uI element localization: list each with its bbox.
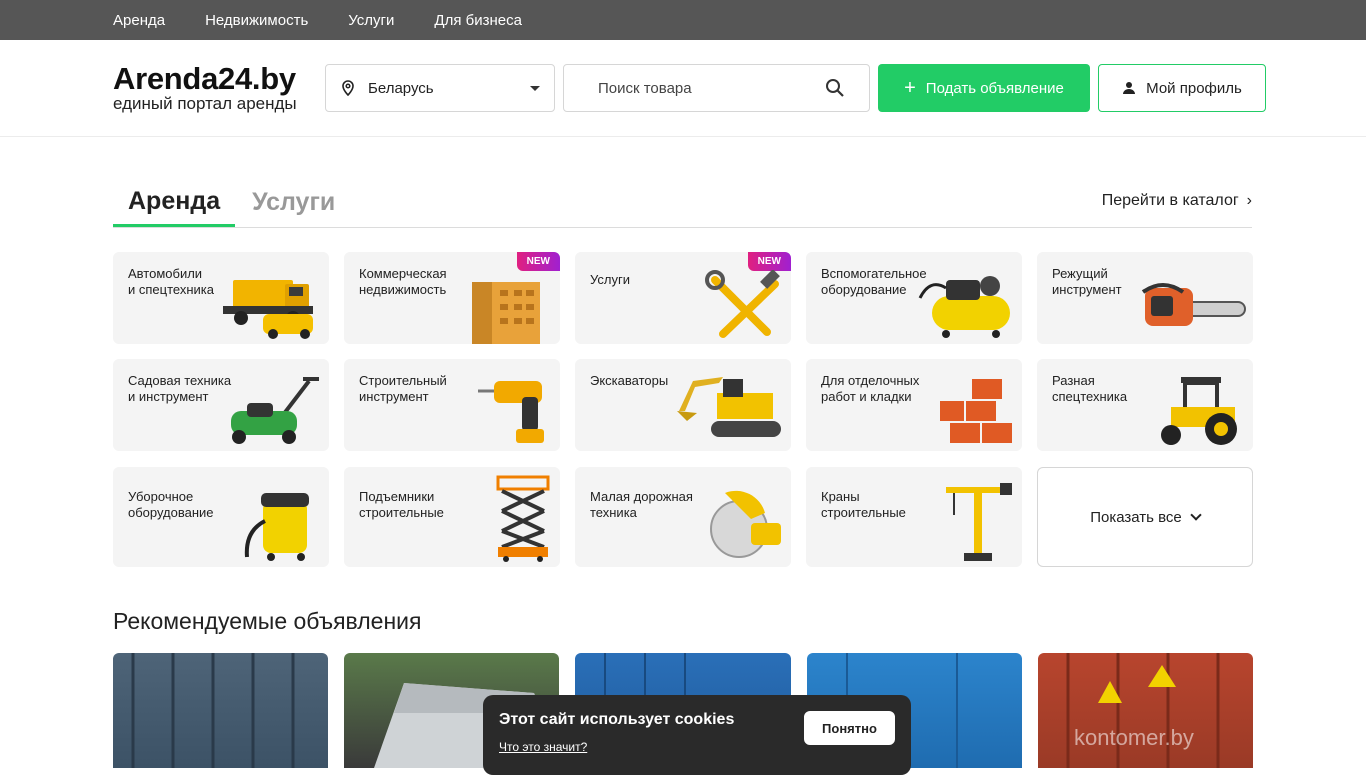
top-nav: Аренда Недвижимость Услуги Для бизнеса bbox=[0, 0, 1366, 40]
logo-title: Arenda24.by bbox=[113, 61, 296, 96]
category-card-road-machinery[interactable]: Малая дорожная техника bbox=[575, 467, 791, 567]
search-icon[interactable] bbox=[825, 78, 845, 98]
post-ad-label: Подать объявление bbox=[925, 79, 1064, 97]
top-nav-services[interactable]: Услуги bbox=[348, 12, 394, 29]
category-card-aux-equipment[interactable]: Вспомогательное оборудование bbox=[806, 252, 1022, 344]
search-box bbox=[563, 64, 870, 112]
excavator-icon bbox=[677, 377, 781, 437]
recommended-listing[interactable]: kontomer.by bbox=[1038, 653, 1253, 768]
scissor-lift-icon bbox=[496, 475, 550, 562]
recommended-listing[interactable] bbox=[113, 653, 328, 768]
vacuum-icon bbox=[244, 493, 309, 561]
show-all-button[interactable]: Показать все bbox=[1037, 467, 1253, 567]
logo-subtitle: единый портал аренды bbox=[113, 94, 297, 113]
category-label: Садовая техника и инструмент bbox=[128, 373, 232, 404]
search-input[interactable] bbox=[598, 79, 825, 97]
top-nav-rent[interactable]: Аренда bbox=[113, 12, 165, 29]
building-icon bbox=[472, 282, 540, 344]
catalog-link-label: Перейти в каталог bbox=[1101, 192, 1239, 209]
category-label: Вспомогательное оборудование bbox=[821, 266, 927, 297]
truck-icon bbox=[223, 280, 313, 339]
top-nav-business[interactable]: Для бизнеса bbox=[434, 12, 522, 29]
category-label: Для отделочных работ и кладки bbox=[821, 373, 920, 404]
user-icon bbox=[1123, 82, 1136, 94]
category-label: Режущий инструмент bbox=[1052, 266, 1122, 297]
plus-icon: + bbox=[904, 77, 916, 99]
category-tabs: Аренда Услуги Перейти в каталог › bbox=[113, 180, 1252, 228]
watermark: kontomer.by bbox=[1074, 725, 1194, 750]
category-label: Уборочное оборудование bbox=[128, 489, 214, 520]
category-label: Коммерческая недвижимость bbox=[359, 266, 447, 297]
category-card-construction-tools[interactable]: Строительный инструмент bbox=[344, 359, 560, 451]
cookie-banner: Этот сайт использует cookies Что это зна… bbox=[483, 695, 911, 775]
top-nav-realty[interactable]: Недвижимость bbox=[205, 12, 308, 29]
region-value: Беларусь bbox=[368, 79, 434, 97]
location-pin-icon bbox=[342, 80, 354, 96]
category-card-services[interactable]: Услуги NEW bbox=[575, 252, 791, 344]
tractor-icon bbox=[1161, 377, 1237, 445]
category-label: Краны строительные bbox=[821, 489, 906, 520]
category-card-garden[interactable]: Садовая техника и инструмент bbox=[113, 359, 329, 451]
tools-icon bbox=[705, 270, 780, 338]
drill-icon bbox=[478, 381, 544, 443]
logo[interactable]: Arenda24.by единый портал аренды bbox=[113, 63, 325, 113]
cookie-info-link[interactable]: Что это значит? bbox=[499, 740, 587, 754]
chainsaw-icon bbox=[1141, 283, 1246, 326]
region-select[interactable]: Беларусь bbox=[325, 64, 555, 112]
compressor-icon bbox=[918, 276, 1010, 338]
category-label: Разная спецтехника bbox=[1052, 373, 1128, 404]
show-all-label: Показать все bbox=[1090, 508, 1182, 526]
recommended-title: Рекомендуемые объявления bbox=[113, 608, 422, 634]
category-label: Услуги bbox=[590, 272, 630, 287]
category-label: Автомобили и спецтехника bbox=[128, 266, 214, 297]
chevron-down-icon bbox=[530, 85, 540, 91]
category-card-special-machinery[interactable]: Разная спецтехника bbox=[1037, 359, 1253, 451]
category-card-finishing[interactable]: Для отделочных работ и кладки bbox=[806, 359, 1022, 451]
cookie-title: Этот сайт использует cookies bbox=[499, 711, 735, 728]
chevron-right-icon: › bbox=[1246, 192, 1252, 209]
category-card-cranes[interactable]: Краны строительные bbox=[806, 467, 1022, 567]
category-label: Строительный инструмент bbox=[359, 373, 447, 404]
lawnmower-icon bbox=[231, 377, 319, 444]
bricks-icon bbox=[940, 379, 1012, 443]
category-card-excavators[interactable]: Экскаваторы bbox=[575, 359, 791, 451]
listing-photo bbox=[131, 653, 295, 768]
chevron-down-icon bbox=[1190, 509, 1202, 521]
category-card-cleaning[interactable]: Уборочное оборудование bbox=[113, 467, 329, 567]
category-label: Подъемники строительные bbox=[359, 489, 444, 520]
category-label: Экскаваторы bbox=[590, 373, 669, 388]
category-label: Малая дорожная техника bbox=[590, 489, 693, 520]
new-badge: NEW bbox=[747, 252, 791, 271]
catalog-link[interactable]: Перейти в каталог › bbox=[1102, 192, 1252, 210]
road-saw-icon bbox=[710, 490, 781, 558]
category-card-lifts[interactable]: Подъемники строительные bbox=[344, 467, 560, 567]
category-card-commercial-realty[interactable]: Коммерческая недвижимость NEW bbox=[344, 252, 560, 344]
profile-label: Мой профиль bbox=[1146, 79, 1242, 97]
profile-button[interactable]: Мой профиль bbox=[1098, 64, 1266, 112]
header: Arenda24.by единый портал аренды Беларус… bbox=[0, 40, 1366, 137]
crane-icon bbox=[946, 483, 1012, 561]
tab-rent[interactable]: Аренда bbox=[113, 187, 236, 227]
category-card-vehicles[interactable]: Автомобили и спецтехника bbox=[113, 252, 329, 344]
category-card-cutting-tools[interactable]: Режущий инструмент bbox=[1037, 252, 1253, 344]
cookie-accept-button[interactable]: Понятно bbox=[804, 711, 895, 745]
tab-services[interactable]: Услуги bbox=[237, 188, 350, 227]
post-ad-button[interactable]: + Подать объявление bbox=[878, 64, 1090, 112]
